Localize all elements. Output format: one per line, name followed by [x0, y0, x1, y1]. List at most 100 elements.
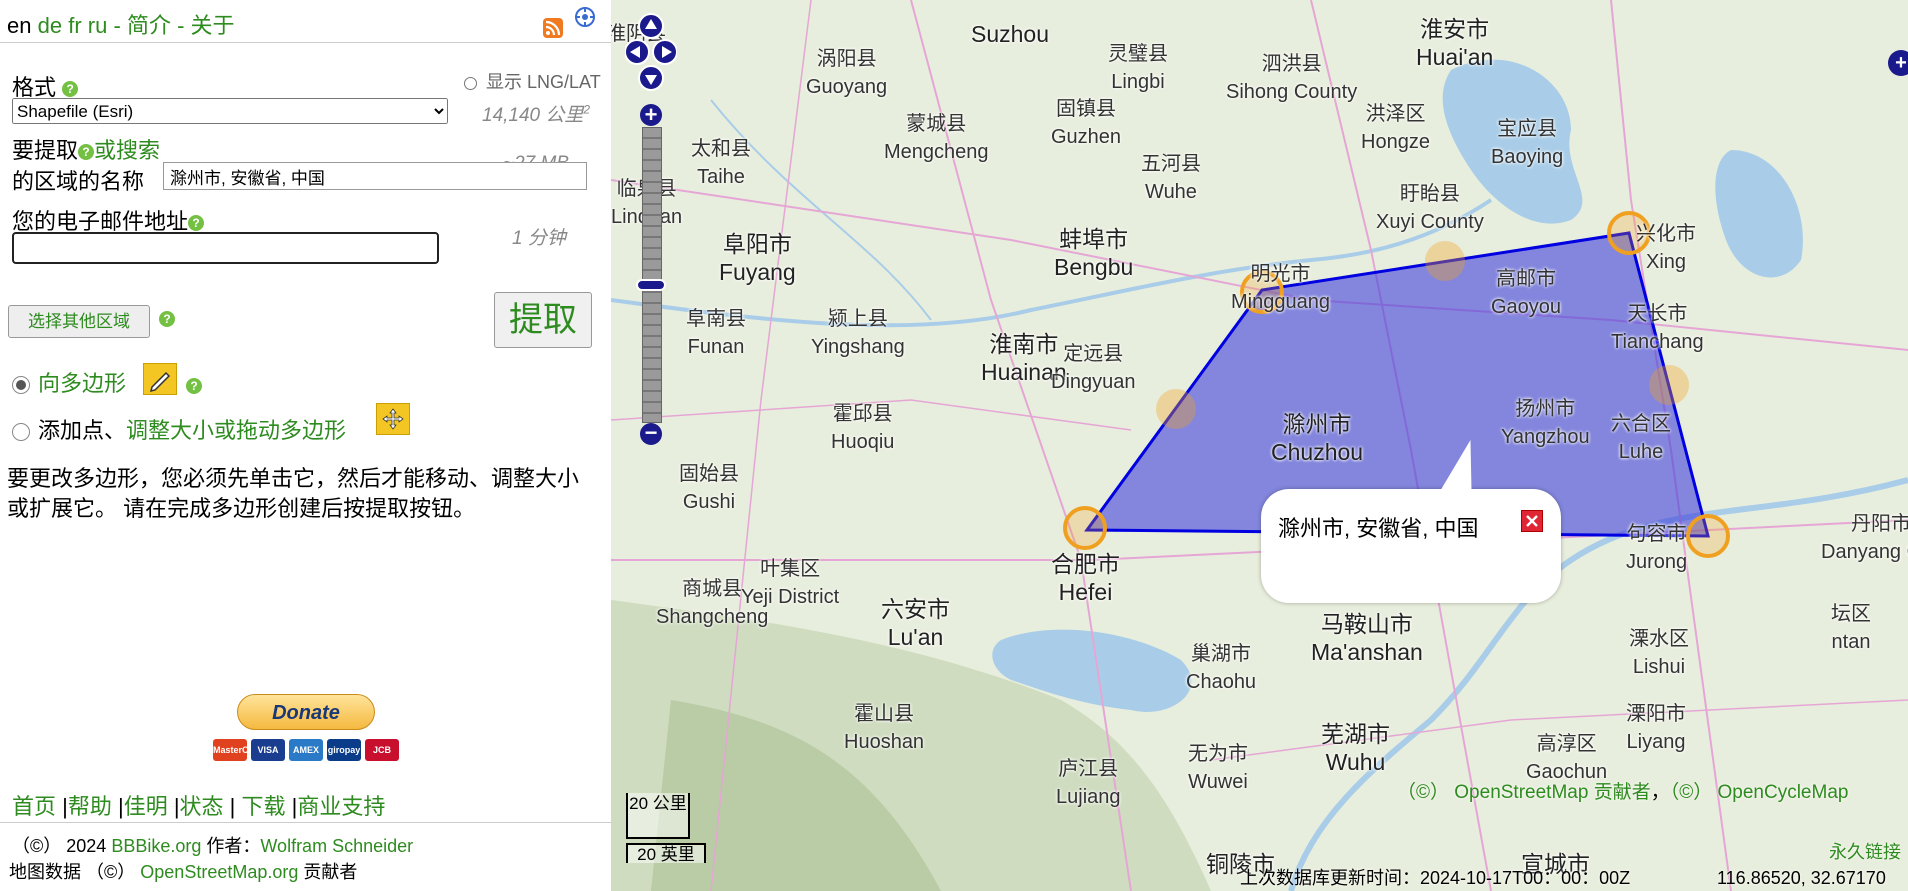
map-place-label: 阜南县 Funan: [686, 305, 746, 361]
osm-link[interactable]: OpenStreetMap.org: [140, 862, 298, 882]
place-name-zh: 六安市: [881, 596, 950, 622]
lang-de[interactable]: de: [38, 13, 62, 38]
place-name-zh: 溧阳市: [1626, 703, 1686, 725]
move-icon[interactable]: [376, 403, 410, 435]
footer-link-status[interactable]: 状态: [180, 794, 224, 819]
zoom-slider[interactable]: [642, 127, 662, 423]
place-name-zh: 巢湖市: [1191, 643, 1252, 665]
footer-link-download[interactable]: 下载: [242, 794, 286, 819]
map-place-label: 宝应县 Baoying: [1491, 115, 1563, 171]
show-lnglat-radio[interactable]: [464, 76, 477, 90]
visa-icon: VISA: [251, 739, 285, 761]
format-select[interactable]: Shapefile (Esri): [12, 98, 448, 124]
place-name-zh: 阜南县: [686, 308, 746, 330]
header-divider: [0, 42, 611, 43]
help-icon[interactable]: ?: [62, 81, 79, 98]
map-place-label: 合肥市 Hefei: [1051, 550, 1120, 606]
place-name-en: Ma'anshan: [1311, 639, 1423, 665]
place-name-zh: 五河县: [1141, 153, 1201, 175]
separator: -: [177, 13, 185, 38]
footer-link-garmin[interactable]: 佳明: [124, 794, 168, 819]
footer-link-help[interactable]: 帮助: [68, 794, 112, 819]
place-name-en: Guoyang: [806, 76, 888, 98]
select-other-area-label: 选择其他区域: [28, 312, 130, 331]
map-view[interactable]: 淮阴县 Suzhou 涡阳县 Guoyang 灵璧县 Lingbi 泗洪县 Sihong Co…: [611, 0, 1908, 891]
or-search-link[interactable]: 或搜索: [94, 138, 160, 163]
map-place-label: 溧阳市 Liyang: [1626, 700, 1686, 756]
zoom-out-button[interactable]: −: [640, 422, 662, 445]
author-link[interactable]: Wolfram Schneider: [260, 836, 413, 856]
separator: -: [113, 13, 121, 38]
add-points-option[interactable]: 添加点、调整大小或拖动多边形: [12, 413, 346, 445]
footer-link-home[interactable]: 首页: [12, 794, 56, 819]
map-place-label: 扬州市 Yangzhou: [1501, 395, 1590, 451]
place-name-en: Wuhu: [1325, 749, 1386, 775]
place-name-en: Guzhen: [1051, 126, 1122, 148]
donate-button[interactable]: Donate: [237, 694, 375, 730]
zoom-slider-handle[interactable]: [636, 279, 666, 291]
polygon-mode-option[interactable]: 向多边形: [12, 366, 126, 398]
help-icon[interactable]: ?: [159, 311, 175, 327]
map-popup: 滁州市, 安徽省, 中国: [1261, 489, 1561, 603]
sidebar-panel: en de fr ru - 简介 - 关于 格式 ? 显示 LNG/LAT Sh…: [0, 0, 611, 891]
scale-km: 20 公里: [626, 793, 690, 839]
place-name-en: Yingshang: [811, 336, 905, 358]
place-name-en: Luhe: [1618, 441, 1664, 463]
lang-ru[interactable]: ru: [88, 13, 108, 38]
rss-icon[interactable]: [543, 18, 563, 38]
place-name-en: Lu'an: [887, 624, 944, 650]
resize-drag-link[interactable]: 调整大小或拖动多边形: [126, 418, 346, 443]
map-place-label: 霍邱县 Huoqiu: [831, 400, 894, 456]
scale-bar: 20 公里 20 英里: [626, 793, 706, 864]
pencil-icon[interactable]: [143, 363, 177, 395]
permalink-link[interactable]: 永久链接: [1829, 842, 1901, 862]
place-name-en: Wuwei: [1188, 771, 1248, 793]
extract-label: 要提取: [12, 138, 79, 163]
map-place-label: 六合区 Luhe: [1611, 410, 1671, 466]
permalink[interactable]: 永久链接: [1829, 838, 1901, 864]
lang-fr[interactable]: fr: [68, 13, 81, 38]
extract-button[interactable]: 提取: [494, 292, 592, 348]
map-place-label: 丹阳市 Danyang City: [1821, 510, 1908, 566]
intro-link[interactable]: 简介: [127, 13, 171, 38]
map-place-label: 明光市 Mingguang: [1231, 260, 1330, 316]
area-name-input[interactable]: [163, 162, 587, 190]
help-icon[interactable]: ?: [188, 215, 205, 232]
place-name-en: Huoshan: [844, 731, 925, 753]
place-name-zh: 合肥市: [1051, 551, 1120, 577]
email-label: 您的电子邮件地址: [12, 209, 189, 234]
radio-unselected[interactable]: [12, 423, 30, 442]
attribution-osm-link[interactable]: OpenStreetMap 贡献者: [1454, 782, 1650, 803]
bbbike-link[interactable]: BBBike.org: [111, 836, 201, 856]
instructions-text: 要更改多边形，您必须先单击它，然后才能移动、调整大小或扩展它。 请在完成多边形创…: [7, 466, 580, 521]
place-name-en: Xuyi County: [1376, 211, 1484, 233]
map-place-label: 溧水区 Lishui: [1629, 625, 1689, 681]
place-name-zh: 颍上县: [827, 308, 888, 330]
about-link[interactable]: 关于: [191, 13, 235, 38]
polygon-mode-label[interactable]: 向多边形: [38, 371, 126, 396]
show-lnglat-option[interactable]: 显示 LNG/LAT: [464, 68, 601, 94]
place-name-zh: 丹阳市: [1851, 513, 1908, 535]
map-place-label: 巢湖市 Chaohu: [1186, 640, 1256, 696]
pan-control[interactable]: [624, 12, 678, 92]
place-name-en: Huai'an: [1416, 44, 1494, 70]
layer-switcher-icon[interactable]: +: [1888, 50, 1908, 76]
attribution-ocm-link[interactable]: OpenCycleMap: [1718, 782, 1849, 803]
jcb-icon: JCB: [365, 739, 399, 761]
popup-close-icon[interactable]: [1521, 510, 1543, 532]
radio-selected[interactable]: [12, 376, 30, 395]
lang-en[interactable]: en: [7, 13, 31, 38]
add-points-label: 添加点、: [38, 418, 127, 443]
mastercard-icon: MasterCard: [213, 739, 263, 761]
place-name-en: Xing: [1645, 251, 1687, 273]
place-name-en: Yeji District: [741, 586, 840, 608]
footer-link-commercial[interactable]: 商业支持: [297, 794, 385, 819]
select-other-area-button[interactable]: 选择其他区域: [8, 305, 150, 338]
help-icon[interactable]: ?: [186, 378, 202, 394]
place-name-en: Lujiang: [1056, 786, 1121, 808]
email-input[interactable]: [12, 232, 439, 264]
locate-icon[interactable]: [574, 6, 596, 28]
zoom-in-button[interactable]: +: [640, 104, 662, 126]
attribution-separator: ，: [1650, 782, 1670, 803]
help-icon[interactable]: ?: [78, 144, 95, 161]
